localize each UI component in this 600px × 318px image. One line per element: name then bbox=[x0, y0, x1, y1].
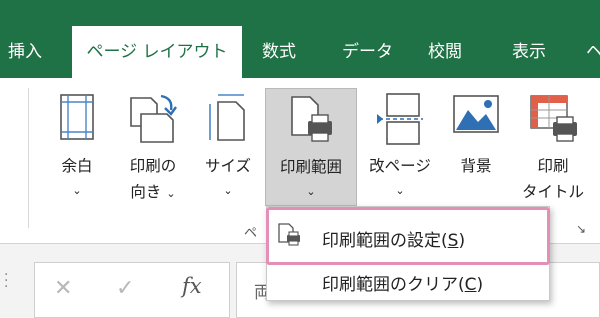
print-titles-label-line2: タイトル bbox=[521, 183, 584, 201]
group-label-page-setup: ペ bbox=[244, 226, 258, 241]
drag-handle-icon[interactable]: · · · bbox=[4, 268, 8, 294]
orientation-label-line1: 印刷の bbox=[129, 157, 177, 175]
tab-page-layout[interactable]: ページ レイアウト bbox=[72, 26, 242, 78]
highlight-annotation bbox=[266, 207, 550, 265]
cancel-icon[interactable]: ✕ bbox=[54, 276, 72, 301]
chevron-down-icon: ⌄ bbox=[223, 184, 233, 197]
orientation-button[interactable]: 印刷の 向き ⌄ bbox=[118, 88, 188, 206]
margins-button[interactable]: 余白 ⌄ bbox=[46, 88, 108, 206]
breaks-icon bbox=[375, 92, 425, 150]
tab-view[interactable]: 表示 bbox=[504, 26, 554, 78]
orientation-icon bbox=[127, 92, 179, 150]
print-titles-label-line1: 印刷 bbox=[537, 157, 569, 175]
background-image-icon bbox=[452, 92, 500, 140]
size-button[interactable]: サイズ ⌄ bbox=[196, 88, 260, 206]
group-divider bbox=[28, 88, 29, 228]
insert-function-icon[interactable]: fx bbox=[182, 274, 202, 298]
breaks-label: 改ページ bbox=[369, 157, 431, 175]
print-area-icon bbox=[286, 93, 336, 151]
orientation-label-line2: 向き ⌄ bbox=[130, 183, 176, 201]
chevron-down-icon: ⌄ bbox=[166, 187, 176, 200]
background-button[interactable]: 背景 bbox=[444, 88, 508, 206]
size-icon bbox=[206, 92, 250, 148]
chevron-down-icon: ⌄ bbox=[306, 185, 316, 198]
tab-formulas[interactable]: 数式 bbox=[254, 26, 304, 78]
tab-help[interactable]: ヘ bbox=[578, 26, 600, 78]
print-area-label: 印刷範囲 bbox=[279, 158, 342, 176]
print-titles-icon bbox=[527, 92, 579, 148]
background-label: 背景 bbox=[460, 157, 492, 175]
chevron-down-icon: ⌄ bbox=[72, 184, 82, 197]
chevron-down-icon: ⌄ bbox=[395, 184, 405, 197]
dialog-launcher-icon[interactable]: ↘ bbox=[576, 222, 586, 236]
clear-print-area-menu-item[interactable]: 印刷範囲のクリア(C) bbox=[322, 270, 483, 295]
enter-icon[interactable]: ✓ bbox=[116, 276, 134, 301]
margins-label: 余白 bbox=[61, 157, 93, 175]
breaks-button[interactable]: 改ページ ⌄ bbox=[360, 88, 440, 206]
print-titles-button[interactable]: 印刷 タイトル bbox=[514, 88, 592, 206]
tab-review[interactable]: 校閲 bbox=[420, 26, 470, 78]
print-area-button[interactable]: 印刷範囲 ⌄ bbox=[265, 88, 357, 206]
tab-insert[interactable]: 挿入 bbox=[0, 26, 50, 78]
tab-data[interactable]: データ bbox=[334, 26, 401, 78]
margins-icon bbox=[57, 92, 97, 146]
size-label: サイズ bbox=[204, 157, 252, 175]
